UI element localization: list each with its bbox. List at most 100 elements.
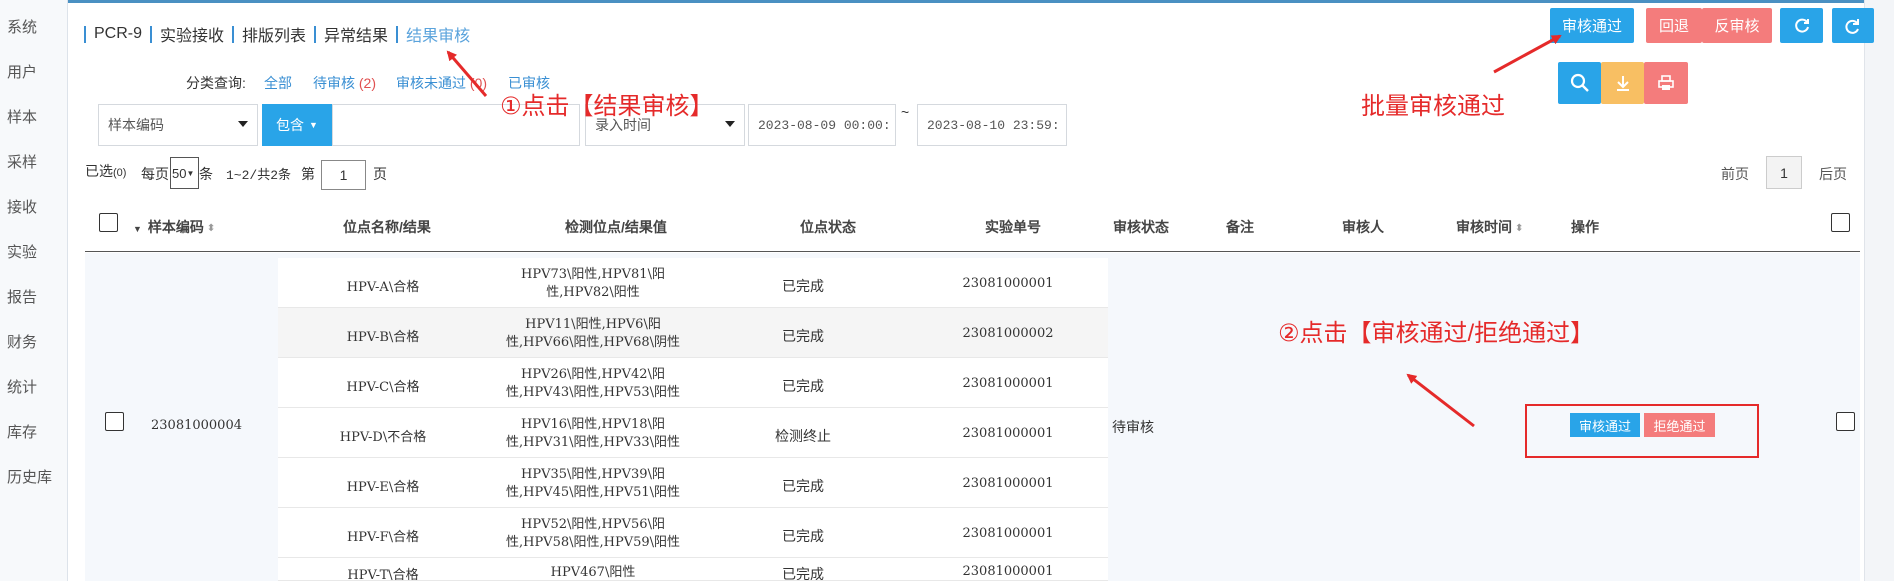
order-number: 23081000001: [962, 276, 1054, 291]
table-row: HPV-A\合格 HPV73\阳性,HPV81\阳 性,HPV82\阳性 已完成 …: [278, 258, 1108, 308]
sort-icon: ⬍: [206, 222, 216, 234]
match-mode-label: 包含: [276, 117, 305, 133]
per-page-prefix: 每页: [141, 166, 169, 182]
tab-divider: [84, 25, 86, 43]
tab-abnormal-results[interactable]: 异常结果: [324, 22, 388, 46]
download-icon: [1616, 76, 1629, 91]
sidebar: 系统 用户 样本 采样 接收 实验 报告 财务 统计 库存 历史库: [0, 0, 68, 581]
order-number: 23081000001: [962, 476, 1054, 491]
row-checkbox[interactable]: [105, 412, 124, 431]
return-button[interactable]: 回退: [1646, 8, 1702, 43]
order-number: 23081000002: [962, 326, 1054, 341]
filter-label: 分类查询:: [186, 75, 246, 91]
sidebar-item-statistics[interactable]: 统计: [7, 376, 37, 397]
header-review-time[interactable]: 审核时间 ⬍: [1456, 217, 1523, 237]
chevron-down-icon: [725, 121, 735, 127]
filter-pending[interactable]: 待审核 (2): [313, 73, 376, 93]
header-right-checkbox[interactable]: [1831, 213, 1850, 232]
sidebar-item-receive[interactable]: 接收: [7, 196, 37, 217]
per-page-select[interactable]: 50 ▼: [170, 157, 199, 189]
detect-value: HPV73\阳性,HPV81\阳 性,HPV82\阳性: [488, 266, 698, 302]
filter-rejected-label: 审核未通过: [396, 75, 466, 91]
page-number-input[interactable]: 1: [321, 160, 366, 190]
refresh-button[interactable]: [1780, 8, 1823, 43]
detect-value: HPV16\阳性,HPV18\阳 性,HPV31\阳性,HPV33\阳性: [488, 416, 698, 452]
caret-down-icon: ▼: [186, 168, 195, 178]
filter-pending-count: (2): [358, 75, 377, 91]
site-result: HPV-D\不合格: [339, 430, 427, 445]
current-page-button[interactable]: 1: [1766, 156, 1802, 189]
field-select[interactable]: 样本编码: [98, 104, 258, 146]
print-icon: [1658, 75, 1674, 90]
select-all-checkbox[interactable]: [99, 213, 118, 232]
table-row: HPV-C\合格 HPV26\阳性,HPV42\阳 性,HPV43\阳性,HPV5…: [278, 358, 1108, 408]
tab-layout-list[interactable]: 排版列表: [242, 22, 306, 46]
current-page-value: 1: [1780, 164, 1788, 181]
group-review-status: 待审核: [1112, 419, 1154, 435]
sidebar-item-report[interactable]: 报告: [7, 286, 37, 307]
site-result: HPV-A\合格: [346, 280, 420, 295]
page-number-value: 1: [339, 167, 348, 183]
header-site-status: 位点状态: [800, 219, 856, 235]
right-scroll-area: [1864, 0, 1894, 581]
header-sample-code[interactable]: ▼ 样本编码 ⬍: [133, 217, 215, 237]
site-status: 已完成: [782, 278, 824, 294]
site-result: HPV-T\合格: [347, 568, 419, 581]
refresh-icon: [1794, 18, 1809, 33]
filter-all-label: 全部: [264, 75, 292, 91]
detect-line-1: HPV16\阳性,HPV18\阳: [521, 417, 665, 432]
detect-line-2: 性,HPV43\阳性,HPV53\阳性: [505, 385, 681, 400]
match-mode-dropdown[interactable]: 包含 ▼: [262, 104, 332, 146]
sidebar-item-sample[interactable]: 样本: [7, 106, 37, 127]
header-detect: 检测位点/结果值: [565, 219, 667, 235]
search-icon: [1570, 73, 1589, 92]
breadcrumb-tabs: PCR-9 实验接收 排版列表 异常结果 结果审核: [84, 22, 470, 46]
page-prefix: 第: [301, 166, 315, 182]
detect-line-2: 性,HPV82\阳性: [546, 285, 640, 300]
detect-value: HPV52\阳性,HPV56\阳 性,HPV58\阳性,HPV59\阳性: [488, 516, 698, 552]
table-row: HPV-D\不合格 HPV16\阳性,HPV18\阳 性,HPV31\阳性,HPV…: [278, 408, 1108, 458]
detect-line-1: HPV26\阳性,HPV42\阳: [521, 367, 665, 382]
detect-value: HPV11\阳性,HPV6\阳 性,HPV66\阳性,HPV68\阴性: [488, 316, 698, 352]
group-sample-code: 23081000004: [151, 418, 242, 433]
sidebar-item-user[interactable]: 用户: [7, 61, 37, 82]
sidebar-item-finance[interactable]: 财务: [7, 331, 37, 352]
next-page-link[interactable]: 后页: [1819, 164, 1847, 184]
end-time-input[interactable]: 2023-08-10 23:59:: [917, 104, 1067, 146]
chevron-down-icon: [238, 121, 248, 127]
search-button[interactable]: [1558, 62, 1601, 104]
site-result: HPV-F\合格: [346, 530, 420, 545]
reverse-review-button[interactable]: 反审核: [1702, 8, 1772, 43]
annotation-step2: ②点击【审核通过/拒绝通过】: [1278, 320, 1595, 347]
caret-down-icon: ▼: [309, 120, 318, 130]
tab-pcr9[interactable]: PCR-9: [94, 25, 142, 43]
print-button[interactable]: [1644, 62, 1688, 104]
detect-line-2: 性,HPV58\阳性,HPV59\阳性: [505, 535, 681, 550]
detect-line-2: 性,HPV66\阳性,HPV68\阴性: [505, 335, 681, 350]
expand-caret-icon: ▼: [133, 224, 142, 234]
tab-experiment-receive[interactable]: 实验接收: [160, 22, 224, 46]
redo-icon: [1845, 18, 1859, 34]
redo-button[interactable]: [1832, 8, 1874, 43]
prev-page-link[interactable]: 前页: [1721, 164, 1749, 184]
table-row: HPV-B\合格 HPV11\阳性,HPV6\阳 性,HPV66\阳性,HPV68…: [278, 308, 1108, 358]
annotation-batch: 批量审核通过: [1361, 93, 1505, 120]
sidebar-item-system[interactable]: 系统: [7, 16, 37, 37]
detect-value: HPV35\阳性,HPV39\阳 性,HPV45\阳性,HPV51\阳性: [488, 466, 698, 502]
selected-label: 已选: [85, 163, 113, 179]
batch-approve-button[interactable]: 审核通过: [1550, 8, 1634, 43]
row-right-checkbox[interactable]: [1836, 412, 1855, 431]
highlight-box: [1525, 404, 1759, 458]
selected-value: (0): [113, 167, 127, 179]
order-number: 23081000001: [962, 526, 1054, 541]
header-sample-code-label: 样本编码: [147, 219, 204, 235]
download-button[interactable]: [1601, 62, 1644, 104]
filter-rejected[interactable]: 审核未通过 (0): [396, 73, 487, 93]
filter-all[interactable]: 全部: [264, 73, 292, 93]
sidebar-item-inventory[interactable]: 库存: [7, 421, 37, 442]
sidebar-item-history[interactable]: 历史库: [7, 466, 52, 487]
sidebar-item-collect[interactable]: 采样: [7, 151, 37, 172]
sidebar-item-experiment[interactable]: 实验: [7, 241, 37, 262]
tab-result-review[interactable]: 结果审核: [406, 22, 470, 46]
start-time-input[interactable]: 2023-08-09 00:00:: [748, 104, 896, 146]
